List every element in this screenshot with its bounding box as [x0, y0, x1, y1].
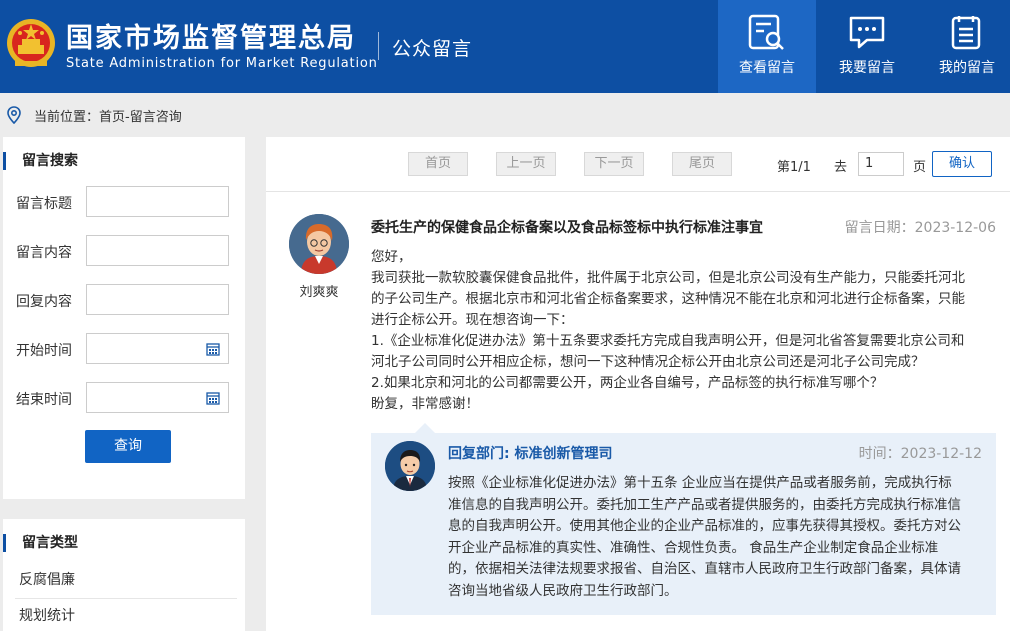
user-avatar-icon [289, 214, 349, 274]
avatar [289, 214, 349, 274]
message-line: 您好， [371, 249, 412, 265]
message-line: 的子公司生产。根据北京市和河北省企标备案要求，这种情况不能在北京和河北进行企标备… [371, 291, 965, 307]
search-panel: 留言搜索 留言标题 留言内容 回复内容 开始时间 结束时间 查询 [3, 137, 245, 499]
end-date-filter: 结束时间 [16, 382, 231, 414]
query-button[interactable]: 查询 [85, 430, 171, 463]
search-panel-title: 留言搜索 [3, 152, 78, 170]
site-header: 国家市场监督管理总局 State Administration for Mark… [0, 0, 1010, 93]
location-pin-icon [7, 106, 21, 124]
content-input[interactable] [86, 235, 229, 266]
header-divider [378, 32, 379, 60]
official-avatar-icon [385, 441, 435, 491]
message-line: 进行企标公开。现在想咨询一下： [371, 312, 574, 328]
content-filter: 留言内容 [16, 235, 231, 267]
message-line: 2.如果北京和河北的公司都需要公开，两企业各自编号，产品标签的执行标准写哪个？ [371, 375, 884, 391]
message-list: 首页 上一页 下一页 尾页 第1/1 去 1 页 确认 刘爽爽 委托生产的保健食… [266, 137, 1010, 631]
page-unit: 页 [913, 160, 927, 175]
reply-body: 按照《企业标准化促进办法》第十五条 企业应当在提供产品或者服务前，完成执行标 准… [448, 473, 983, 602]
calendar-icon[interactable] [206, 342, 220, 356]
nav-label: 我要留言 [839, 60, 895, 76]
message-title[interactable]: 委托生产的保健食品企标备案以及食品标签标中执行标准注事宜 [371, 217, 763, 237]
page-status: 第1/1 [777, 160, 811, 175]
type-panel: 留言类型 反腐倡廉 规划统计 [3, 519, 245, 631]
nav-my-messages[interactable]: 我的留言 [918, 0, 1010, 93]
list-document-icon [951, 16, 981, 50]
site-subtitle: State Administration for Market Regulati… [66, 56, 378, 71]
first-page-button[interactable]: 首页 [408, 152, 468, 176]
breadcrumb-text: 当前位置：首页-留言咨询 [34, 110, 182, 125]
site-title: 国家市场监督管理总局 [66, 23, 356, 54]
divider [266, 191, 1010, 192]
reply-box: 回复部门: 标准创新管理司 时间：2023-12-12 按照《企业标准化促进办法… [371, 423, 996, 615]
avatar [385, 441, 435, 491]
nav-leave-message[interactable]: 我要留言 [818, 0, 916, 93]
field-label: 留言标题 [16, 196, 72, 212]
reply-line: 咨询当地省级人民政府卫生行政部门。 [448, 582, 678, 599]
message-line: 河北子公司同时公开相应企标，想问一下这种情况企标公开由北京公司还是河北子公司完成… [371, 354, 925, 370]
message-line: 盼复，非常感谢！ [371, 396, 479, 412]
nav-view-messages[interactable]: 查看留言 [718, 0, 816, 93]
end-date-input[interactable] [86, 382, 229, 413]
message-line: 我司获批一款软胶囊保健食品批件，批件属于北京公司，但是北京公司没有生产能力，只能… [371, 270, 965, 286]
reply-filter: 回复内容 [16, 284, 231, 316]
field-label: 留言内容 [16, 245, 72, 261]
search-document-icon [748, 14, 784, 50]
reply-line: 按照《企业标准化促进办法》第十五条 企业应当在提供产品或者服务前，完成执行标 [448, 475, 952, 491]
reply-line: 准信息的自我声明公开。委托加工生产产品或者提供服务的，由委托方完成执行标准信 [448, 496, 961, 513]
field-label: 开始时间 [16, 343, 72, 359]
reply-date: 时间：2023-12-12 [858, 446, 982, 462]
type-panel-title: 留言类型 [3, 534, 78, 552]
message-body: 您好， 我司获批一款软胶囊保健食品批件，批件属于北京公司，但是北京公司没有生产能… [371, 247, 991, 415]
page-number-input[interactable]: 1 [858, 152, 904, 176]
prev-page-button[interactable]: 上一页 [496, 152, 556, 176]
national-emblem-icon [7, 19, 55, 67]
goto-label: 去 [834, 160, 848, 175]
reply-line: 的，依据相关法律法规要求报省、自治区、直辖市人民政府卫生行政部门备案，具体请 [448, 561, 961, 577]
nav-label: 查看留言 [739, 60, 795, 76]
reply-department: 回复部门: 标准创新管理司 [448, 446, 613, 462]
field-label: 结束时间 [16, 392, 72, 408]
message-date: 留言日期：2023-12-06 [844, 220, 996, 236]
type-item[interactable]: 规划统计 [19, 600, 235, 631]
author-name: 刘爽爽 [299, 285, 339, 300]
field-label: 回复内容 [16, 294, 72, 310]
confirm-button[interactable]: 确认 [932, 151, 992, 177]
start-date-input[interactable] [86, 333, 229, 364]
title-input[interactable] [86, 186, 229, 217]
reply-input[interactable] [86, 284, 229, 315]
section-title: 公众留言 [392, 38, 473, 60]
nav-label: 我的留言 [939, 60, 995, 76]
next-page-button[interactable]: 下一页 [584, 152, 644, 176]
calendar-icon[interactable] [206, 391, 220, 405]
last-page-button[interactable]: 尾页 [672, 152, 732, 176]
title-filter: 留言标题 [16, 186, 231, 218]
reply-line: 息的自我声明公开。使用其他企业的企业产品标准的，应事先获得其授权。委托方对公 [448, 518, 961, 534]
start-date-filter: 开始时间 [16, 333, 231, 365]
chat-bubble-icon [849, 16, 885, 49]
message-line: 1.《企业标准化促进办法》第十五条要求委托方完成自我声明公开，但是河北省答复需要… [371, 333, 965, 349]
reply-line: 开企业产品标准的真实性、准确性、合规性负责。 食品生产企业制定食品企业标准 [448, 539, 939, 556]
breadcrumb: 当前位置：首页-留言咨询 [0, 93, 1010, 135]
type-divider [15, 598, 237, 599]
type-item[interactable]: 反腐倡廉 [19, 564, 235, 597]
